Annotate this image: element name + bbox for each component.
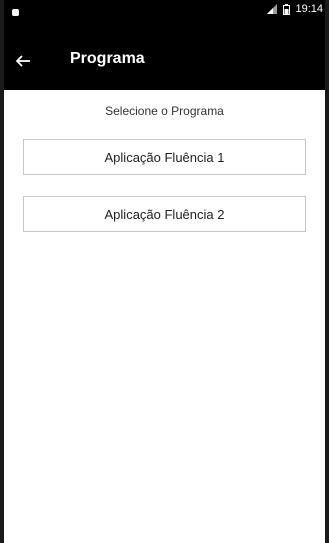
device-frame-right: [325, 0, 329, 543]
app-bar: Programa: [4, 42, 325, 90]
page-title: Programa: [70, 50, 145, 67]
battery-icon: [283, 3, 291, 15]
program-button-1[interactable]: Aplicação Fluência 1: [23, 139, 306, 175]
arrow-left-icon[interactable]: [14, 52, 32, 70]
status-right-group: 19:14: [266, 3, 323, 15]
select-program-prompt: Selecione o Programa: [105, 104, 224, 118]
program-button-label: Aplicação Fluência 1: [104, 149, 225, 165]
status-time: 19:14: [295, 3, 323, 15]
program-button-label: Aplicação Fluência 2: [104, 206, 225, 222]
status-bar: 19:14: [4, 0, 325, 42]
signal-icon: [267, 4, 278, 14]
program-button-2[interactable]: Aplicação Fluência 2: [23, 196, 306, 232]
notification-dot-icon: [12, 9, 19, 16]
